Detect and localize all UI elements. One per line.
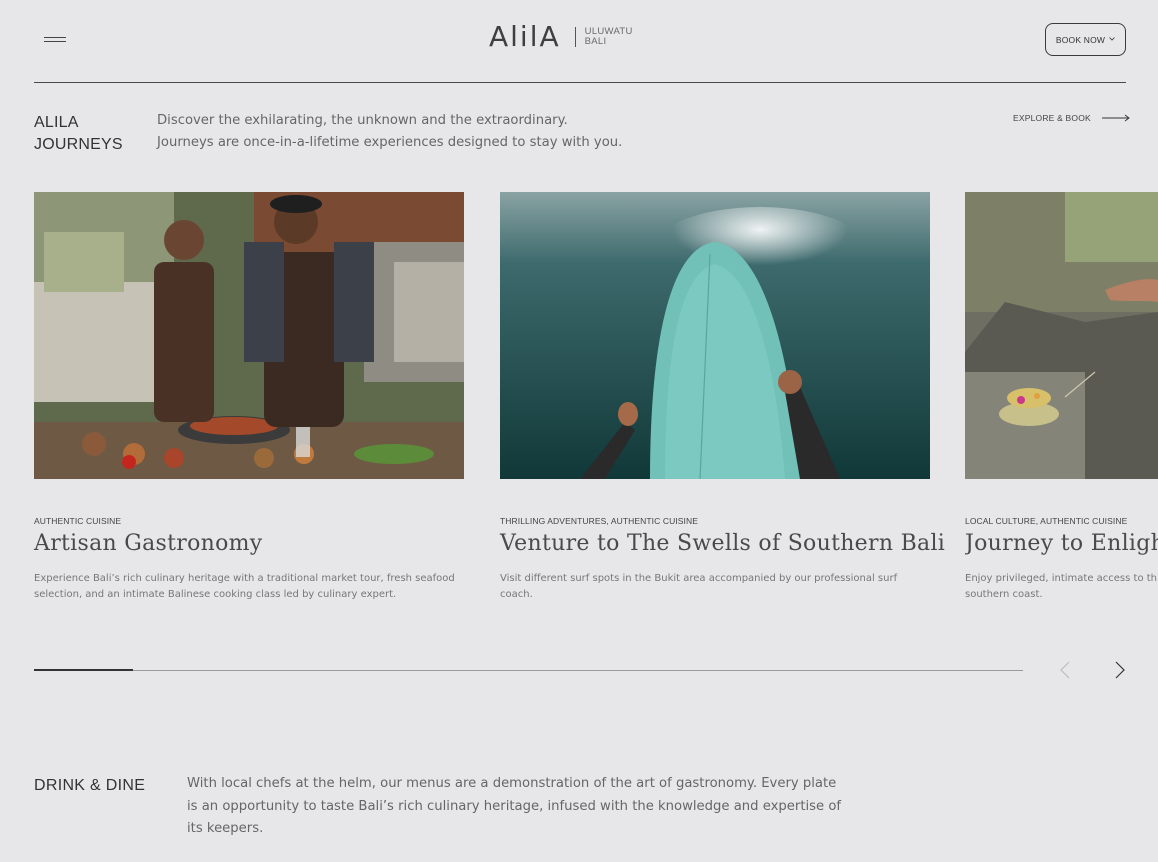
arrow-right-icon [1101,114,1130,122]
card-title[interactable]: Venture to The Swells of Southern Bali [500,528,945,560]
carousel-progress-thumb[interactable] [34,669,133,671]
chevron-down-icon [1109,36,1115,41]
intro-line-1: Discover the exhilarating, the unknown a… [157,113,568,128]
journeys-title-line-2: JOURNEYS [34,136,123,153]
temple-offering-photo[interactable] [965,192,1158,479]
card-tags: AUTHENTIC CUISINE [34,516,122,526]
explore-book-label: EXPLORE & BOOK [1013,113,1091,123]
intro-line-2: Journeys are once-in-a-lifetime experien… [157,135,623,150]
journeys-title-line-1: ALILA [34,114,79,131]
card-description: Visit different surf spots in the Bukit … [500,573,898,600]
hamburger-menu-icon[interactable] [44,35,66,45]
card-title[interactable]: Artisan Gastronomy [34,528,263,560]
journey-card[interactable]: LOCAL CULTURE, AUTHENTIC CUISINE Journey… [965,192,1158,612]
location-line-2: BALI [584,36,607,47]
explore-book-link[interactable]: EXPLORE & BOOK [1013,110,1130,126]
two-chefs-cooking-photo[interactable] [34,192,464,479]
logo-wordmark: AlilA [489,20,561,53]
drink-dine-text: With local chefs at the helm, our menus … [187,776,842,836]
journey-card[interactable]: AUTHENTIC CUISINE Artisan Gastronomy Exp… [34,192,464,600]
chevron-right-icon[interactable] [1113,659,1127,681]
card-description: Enjoy privileged, intimate access to th … [965,573,1158,600]
logo[interactable]: AlilA ULUWATU BALI [489,20,633,54]
site-header: AlilA ULUWATU BALI BOOK NOW [0,0,1158,83]
card-description: Experience Bali’s rich culinary heritage… [34,573,455,600]
carousel-progress-track[interactable] [34,670,1023,671]
logo-location: ULUWATU BALI [585,27,633,47]
card-tags: LOCAL CULTURE, AUTHENTIC CUISINE [965,516,1128,526]
card-tags: THRILLING ADVENTURES, AUTHENTIC CUISINE [500,516,699,526]
surfboard-ocean-photo[interactable] [500,192,930,479]
book-now-button[interactable]: BOOK NOW [1045,23,1126,56]
chevron-left-icon[interactable] [1058,659,1072,681]
card-title[interactable]: Journey to Enlighte [965,528,1158,560]
book-now-label: BOOK NOW [1055,34,1106,45]
logo-divider [574,27,576,47]
drink-dine-title: DRINK & DINE [34,777,146,794]
journey-card[interactable]: THRILLING ADVENTURES, AUTHENTIC CUISINE … [500,192,945,600]
header-divider [34,82,1126,83]
journeys-intro: Discover the exhilarating, the unknown a… [157,110,757,154]
journeys-title: ALILA JOURNEYS [34,112,123,156]
